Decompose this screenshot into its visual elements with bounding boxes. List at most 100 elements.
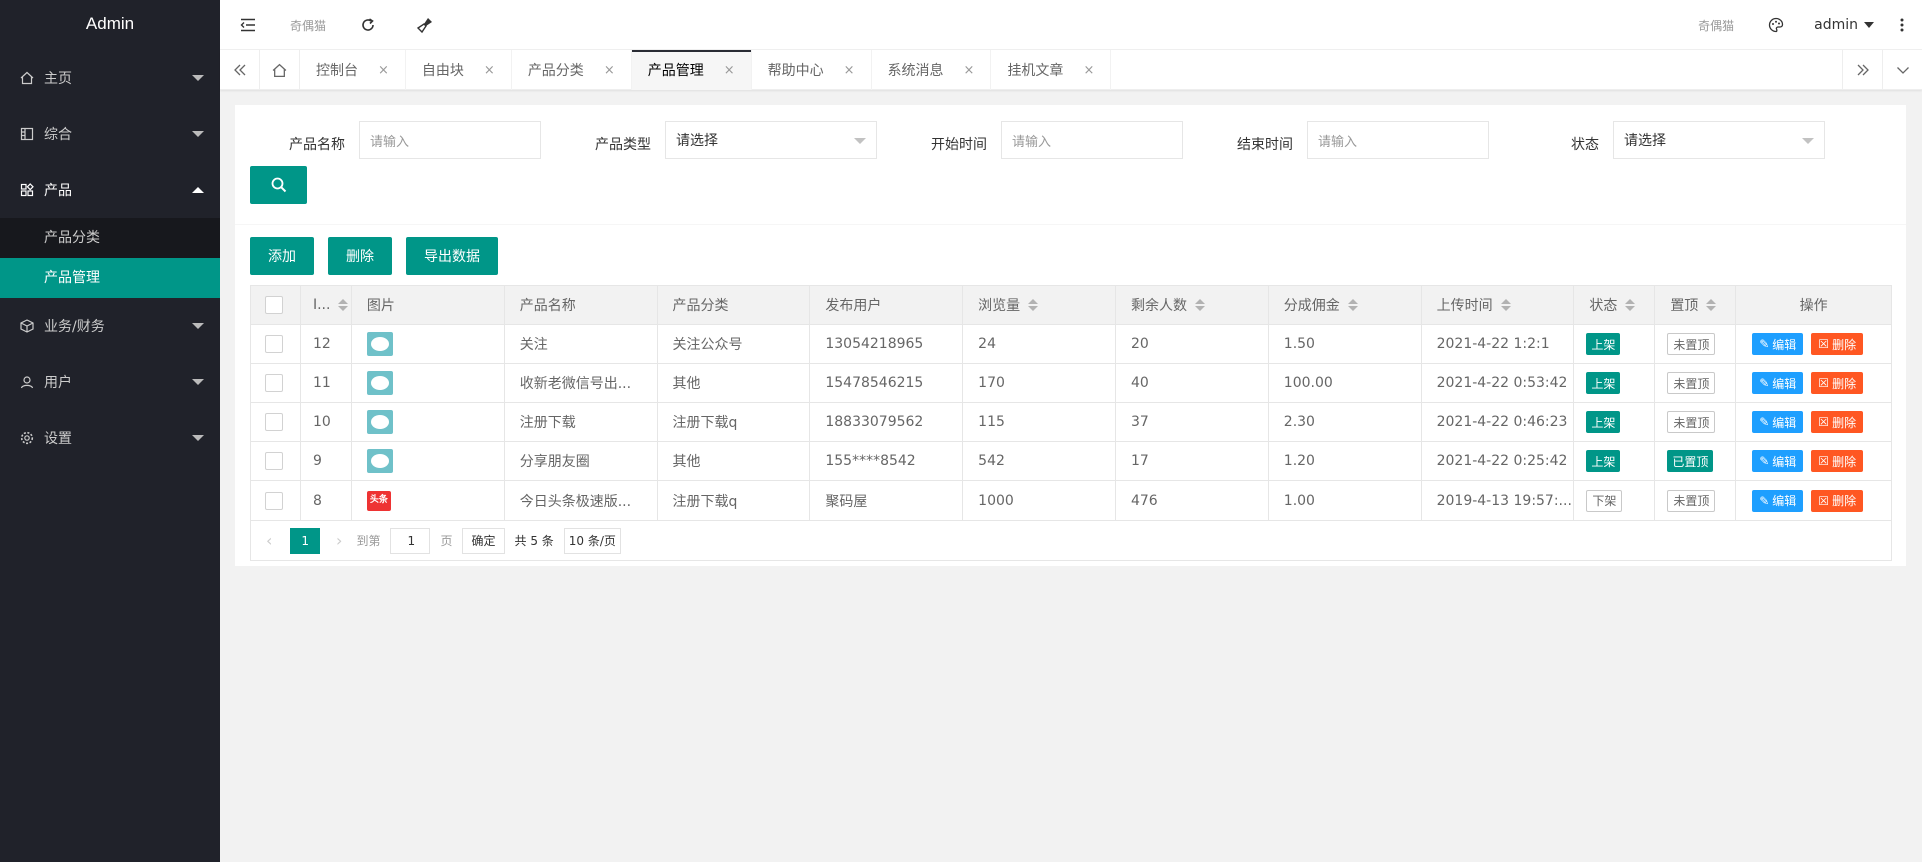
status-badge[interactable]: 上架 bbox=[1586, 372, 1621, 394]
delete-row-button[interactable]: ☒ 删除 bbox=[1811, 489, 1864, 512]
delete-row-button[interactable]: ☒ 删除 bbox=[1811, 450, 1864, 472]
top-badge[interactable]: 未置顶 bbox=[1667, 333, 1716, 355]
sidebar-subitem-category[interactable]: 产品分类 bbox=[0, 218, 220, 258]
table-row: 11 收新老微信号出... 其他 15478546215 170 40 100.00 2021… bbox=[251, 364, 1891, 403]
status-select[interactable]: 请选择 bbox=[1613, 121, 1825, 159]
close-icon[interactable]: × bbox=[1083, 63, 1094, 78]
start-time-label: 开始时间 bbox=[931, 137, 987, 153]
confirm-page-button[interactable]: 确定 bbox=[462, 527, 505, 554]
row-checkbox[interactable] bbox=[265, 452, 283, 470]
close-icon[interactable]: × bbox=[484, 63, 495, 78]
product-name-input[interactable]: 请输入 bbox=[359, 121, 541, 159]
tabs-menu-icon[interactable] bbox=[1882, 50, 1922, 90]
edit-button[interactable]: ✎ 编辑 bbox=[1752, 489, 1804, 512]
sidebar-item-user[interactable]: 用户 bbox=[0, 354, 220, 410]
sidebar-item-home[interactable]: 主页 bbox=[0, 50, 220, 106]
cell-user: 13054218965 bbox=[810, 325, 964, 363]
top-badge[interactable]: 未置顶 bbox=[1667, 372, 1716, 394]
theme-icon[interactable] bbox=[1748, 0, 1804, 50]
close-icon[interactable]: × bbox=[964, 63, 975, 78]
col-upload-time[interactable]: 上传时间 bbox=[1422, 286, 1575, 324]
tabs-scroll-left-icon[interactable] bbox=[220, 50, 260, 90]
top-badge[interactable]: 未置顶 bbox=[1667, 489, 1716, 512]
sidebar-subitem-product-manage[interactable]: 产品管理 bbox=[0, 258, 220, 298]
tabs-scroll-right-icon[interactable] bbox=[1842, 50, 1882, 90]
row-checkbox[interactable] bbox=[265, 491, 283, 510]
cell-name: 关注 bbox=[505, 325, 658, 363]
prev-page-icon[interactable]: ‹ bbox=[266, 528, 272, 554]
col-remaining[interactable]: 剩余人数 bbox=[1116, 286, 1269, 324]
next-page-icon[interactable]: › bbox=[336, 528, 342, 554]
status-badge[interactable]: 下架 bbox=[1586, 489, 1623, 512]
trash-icon: ☒ bbox=[1818, 454, 1830, 468]
edit-button[interactable]: ✎ 编辑 bbox=[1752, 372, 1804, 394]
close-icon[interactable]: × bbox=[604, 63, 615, 78]
cell-actions: ✎ 编辑 ☒ 删除 bbox=[1736, 325, 1891, 363]
search-button[interactable] bbox=[250, 166, 307, 204]
tab-home-icon[interactable] bbox=[260, 50, 300, 90]
page-size-select[interactable]: 10 条/页 bbox=[563, 527, 621, 554]
row-checkbox[interactable] bbox=[265, 374, 283, 392]
more-icon[interactable] bbox=[1884, 0, 1922, 50]
table-row: 10 注册下载 注册下载q 18833079562 115 37 2.30 2021-4-22… bbox=[251, 403, 1891, 442]
close-icon[interactable]: × bbox=[844, 63, 855, 78]
sidebar-item-settings[interactable]: 设置 bbox=[0, 410, 220, 466]
col-views[interactable]: 浏览量 bbox=[963, 286, 1116, 324]
sidebar-item-general[interactable]: 综合 bbox=[0, 106, 220, 162]
tab-free-block[interactable]: 自由块 × bbox=[406, 50, 512, 90]
close-icon[interactable]: × bbox=[724, 63, 735, 78]
tab-article[interactable]: 挂机文章 × bbox=[991, 50, 1112, 90]
edit-button[interactable]: ✎ 编辑 bbox=[1752, 333, 1804, 355]
add-button[interactable]: 添加 bbox=[250, 237, 314, 275]
chat-logo-icon bbox=[366, 371, 393, 395]
page-1-button[interactable]: 1 bbox=[290, 527, 321, 554]
tab-product-category[interactable]: 产品分类 × bbox=[512, 50, 632, 90]
product-type-select[interactable]: 请选择 bbox=[665, 121, 877, 159]
site-link-right[interactable]: 奇偶猫 bbox=[1684, 0, 1748, 50]
site-link[interactable]: 奇偶猫 bbox=[276, 0, 340, 50]
delete-row-button[interactable]: ☒ 删除 bbox=[1811, 411, 1864, 433]
col-id[interactable]: I... bbox=[301, 286, 352, 324]
row-select-cell bbox=[251, 364, 301, 402]
top-badge[interactable]: 已置顶 bbox=[1667, 450, 1714, 472]
clear-cache-icon[interactable] bbox=[396, 0, 454, 50]
close-icon[interactable]: × bbox=[378, 63, 389, 78]
refresh-icon[interactable] bbox=[340, 0, 396, 50]
cell-upload-time: 2021-4-22 0:25:42 bbox=[1422, 442, 1575, 480]
end-time-input[interactable]: 请输入 bbox=[1307, 121, 1489, 159]
sidebar-item-product[interactable]: 产品 bbox=[0, 162, 220, 218]
status-badge[interactable]: 上架 bbox=[1586, 411, 1621, 433]
tab-system-message[interactable]: 系统消息 × bbox=[872, 50, 992, 90]
tab-label: 产品管理 bbox=[647, 63, 704, 79]
menu-toggle-icon[interactable] bbox=[220, 0, 276, 50]
delete-row-button[interactable]: ☒ 删除 bbox=[1811, 333, 1864, 355]
row-checkbox[interactable] bbox=[265, 335, 283, 353]
top-badge[interactable]: 未置顶 bbox=[1667, 411, 1716, 433]
box-icon bbox=[20, 319, 34, 333]
col-top[interactable]: 置顶 bbox=[1655, 286, 1737, 324]
cell-commission: 100.00 bbox=[1269, 364, 1422, 402]
delete-label: 删除 bbox=[1832, 337, 1857, 352]
col-status[interactable]: 状态 bbox=[1574, 286, 1656, 324]
cell-name: 分享朋友圈 bbox=[505, 442, 658, 480]
start-time-input[interactable]: 请输入 bbox=[1001, 121, 1183, 159]
tab-help-center[interactable]: 帮助中心 × bbox=[752, 50, 872, 90]
tab-product-manage[interactable]: 产品管理 × bbox=[631, 50, 752, 90]
export-button[interactable]: 导出数据 bbox=[406, 237, 498, 275]
edit-button[interactable]: ✎ 编辑 bbox=[1752, 411, 1804, 433]
select-all-checkbox[interactable] bbox=[265, 296, 283, 314]
tab-console[interactable]: 控制台 × bbox=[300, 50, 406, 90]
status-badge[interactable]: 上架 bbox=[1586, 450, 1621, 472]
sidebar-item-business[interactable]: 业务/财务 bbox=[0, 298, 220, 354]
col-commission[interactable]: 分成佣金 bbox=[1269, 286, 1422, 324]
cell-name: 收新老微信号出... bbox=[505, 364, 658, 402]
delete-button[interactable]: 删除 bbox=[328, 237, 392, 275]
status-badge[interactable]: 上架 bbox=[1586, 333, 1621, 355]
delete-row-button[interactable]: ☒ 删除 bbox=[1811, 372, 1864, 394]
row-checkbox[interactable] bbox=[265, 413, 283, 431]
edit-button[interactable]: ✎ 编辑 bbox=[1752, 450, 1804, 472]
user-menu[interactable]: admin bbox=[1804, 0, 1884, 50]
cell-status: 上架 bbox=[1574, 325, 1656, 363]
page-number-input[interactable]: 1 bbox=[390, 527, 431, 554]
caret-down-icon bbox=[1802, 138, 1814, 144]
